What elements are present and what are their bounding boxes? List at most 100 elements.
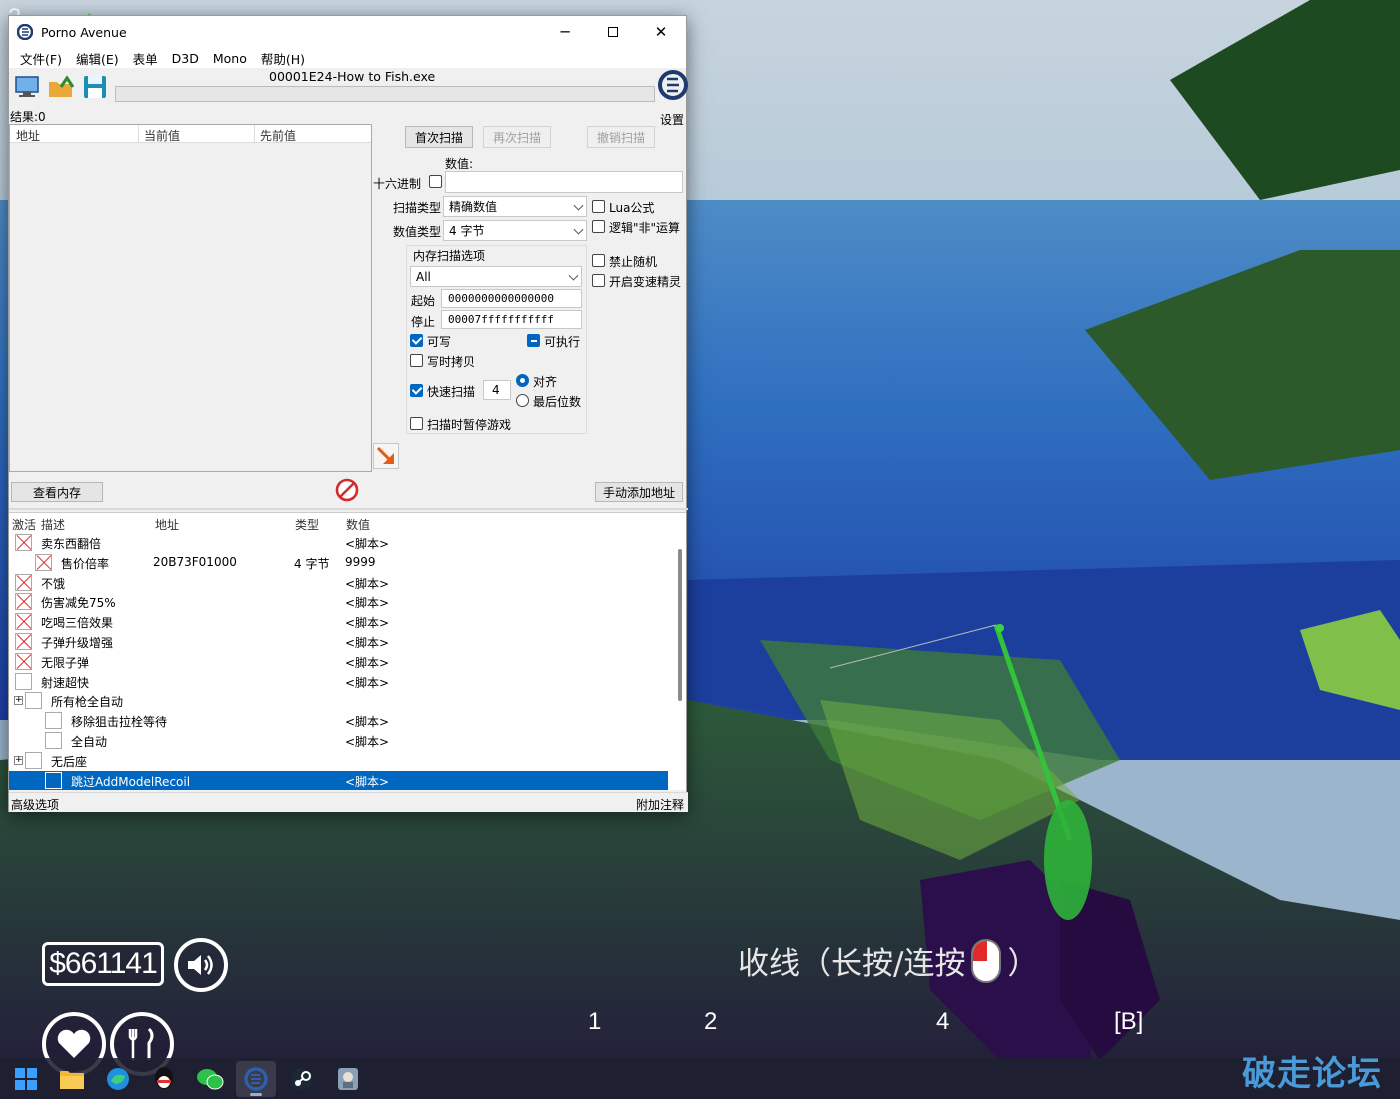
active-checkbox[interactable] — [15, 573, 32, 591]
menu-mono[interactable]: Mono — [206, 51, 254, 66]
last-digits-radio[interactable] — [516, 394, 529, 407]
found-header-previous[interactable]: 先前值 — [260, 127, 296, 144]
hotbar-slot-1[interactable]: 1 — [588, 1008, 601, 1036]
open-file-button[interactable] — [47, 74, 75, 100]
cheat-entry-row[interactable]: 无限子弹 <脚本> — [9, 652, 668, 672]
active-checkbox[interactable] — [45, 712, 62, 730]
advanced-options-link[interactable]: 高级选项 — [11, 796, 59, 813]
cheat-entry-row[interactable]: + 所有枪全自动 — [9, 691, 668, 711]
header-value[interactable]: 数值 — [346, 516, 370, 533]
cheat-table[interactable]: 激活 描述 地址 类型 数值 卖东西翻倍 <脚本> 售价倍率 20B73F01000 4… — [9, 512, 686, 790]
hotbar-slot-4[interactable]: 4 — [936, 1008, 949, 1036]
active-checkbox[interactable] — [25, 751, 42, 769]
active-checkbox[interactable] — [45, 732, 62, 749]
cheat-table-header: 激活 描述 地址 类型 数值 — [9, 513, 686, 533]
menu-d3d[interactable]: D3D — [165, 51, 206, 66]
cheat-entry-row[interactable]: 移除狙击拉栓等待 <脚本> — [9, 711, 668, 731]
cheat-entry-row[interactable]: 卖东西翻倍 <脚本> — [9, 533, 668, 553]
active-checkbox[interactable] — [35, 553, 52, 571]
memory-region-select[interactable]: All — [410, 266, 582, 287]
view-memory-button[interactable]: 查看内存 — [11, 482, 103, 502]
active-checkbox[interactable] — [15, 652, 32, 670]
fast-scan-value-input[interactable]: 4 — [483, 380, 511, 400]
cheat-entry-row[interactable]: 射速超快 <脚本> — [9, 672, 668, 692]
active-checkbox[interactable] — [45, 771, 62, 789]
entry-description: 子弹升级增强 — [41, 636, 114, 650]
hex-checkbox[interactable] — [429, 175, 442, 188]
active-checkbox[interactable] — [25, 692, 42, 710]
taskbar-game[interactable] — [328, 1061, 368, 1097]
not-logic-checkbox[interactable] — [592, 220, 605, 233]
align-radio[interactable] — [516, 374, 529, 387]
active-checkbox[interactable] — [15, 613, 32, 631]
minimize-button[interactable]: ─ — [541, 16, 589, 48]
sound-button[interactable] — [174, 938, 228, 992]
taskbar-steam[interactable] — [282, 1061, 322, 1097]
save-button[interactable] — [81, 74, 109, 100]
menu-help[interactable]: 帮助(H) — [254, 49, 312, 68]
taskbar-wechat[interactable] — [190, 1061, 230, 1097]
active-checkbox[interactable] — [15, 534, 32, 551]
scrollbar-thumb[interactable] — [678, 549, 682, 701]
clear-table-button[interactable] — [335, 478, 359, 502]
hotbar-slot-b[interactable]: [B] — [1114, 1008, 1143, 1036]
executable-checkbox[interactable] — [527, 334, 540, 347]
cheat-entry-row[interactable]: 跳过AddModelRecoil <脚本> — [9, 770, 668, 790]
taskbar-file-explorer[interactable] — [52, 1061, 92, 1097]
writable-checkbox[interactable] — [410, 334, 423, 347]
cheat-entry-row[interactable]: + 无后座 — [9, 751, 668, 771]
settings-button[interactable] — [657, 68, 689, 102]
menu-edit[interactable]: 编辑(E) — [69, 49, 126, 68]
menu-file[interactable]: 文件(F) — [13, 49, 69, 68]
splitter[interactable] — [9, 508, 688, 510]
add-address-manually-button[interactable]: 手动添加地址 — [595, 482, 683, 502]
next-scan-button[interactable]: 再次扫描 — [483, 126, 551, 148]
fast-scan-checkbox[interactable] — [410, 384, 423, 397]
active-checkbox[interactable] — [15, 633, 32, 650]
stop-address-input[interactable]: 00007fffffffffff — [441, 310, 582, 329]
header-active[interactable]: 激活 — [12, 516, 36, 533]
undo-scan-button[interactable]: 撤销扫描 — [587, 126, 655, 148]
expand-group-icon[interactable]: + — [14, 696, 23, 706]
pause-game-checkbox[interactable] — [410, 417, 423, 430]
lua-formula-checkbox[interactable] — [592, 200, 605, 213]
header-address[interactable]: 地址 — [155, 516, 179, 533]
start-button[interactable] — [6, 1061, 46, 1097]
add-to-table-button[interactable] — [373, 443, 399, 469]
table-extras-link[interactable]: 附加注释 — [636, 796, 684, 813]
entry-description: 射速超快 — [41, 675, 90, 690]
no-random-checkbox[interactable] — [592, 254, 605, 267]
taskbar-qq[interactable] — [144, 1061, 184, 1097]
found-address-list[interactable]: 地址 当前值 先前值 — [9, 124, 372, 472]
expand-group-icon[interactable]: + — [14, 755, 23, 765]
money-display: $661141 — [42, 942, 164, 986]
value-type-select[interactable]: 4 字节 — [443, 220, 587, 241]
maximize-button[interactable] — [589, 16, 637, 48]
hotbar-slot-2[interactable]: 2 — [704, 1008, 717, 1036]
open-process-button[interactable] — [13, 74, 41, 100]
cheat-entry-row[interactable]: 不饿 <脚本> — [9, 573, 668, 593]
found-header-address[interactable]: 地址 — [16, 127, 40, 144]
active-checkbox[interactable] — [15, 672, 32, 690]
menu-table[interactable]: 表单 — [126, 49, 165, 68]
found-list-header: 地址 当前值 先前值 — [10, 125, 371, 143]
close-button[interactable]: ✕ — [637, 16, 685, 48]
scan-type-select[interactable]: 精确数值 — [443, 196, 587, 217]
start-address-input[interactable]: 0000000000000000 — [441, 289, 582, 308]
speedhack-checkbox[interactable] — [592, 274, 605, 287]
cheat-entry-row[interactable]: 售价倍率 20B73F01000 4 字节 9999 — [9, 553, 668, 573]
header-description[interactable]: 描述 — [41, 516, 65, 533]
value-input[interactable] — [445, 171, 683, 193]
cheat-entry-row[interactable]: 全自动 <脚本> — [9, 731, 668, 751]
first-scan-button[interactable]: 首次扫描 — [405, 126, 473, 148]
cheat-entry-row[interactable]: 吃喝三倍效果 <脚本> — [9, 612, 668, 632]
found-header-current[interactable]: 当前值 — [144, 127, 180, 144]
active-checkbox[interactable] — [15, 593, 32, 611]
cheat-entry-row[interactable]: 子弹升级增强 <脚本> — [9, 632, 668, 652]
taskbar-edge[interactable] — [98, 1061, 138, 1097]
cheat-entry-row[interactable]: 伤害减免75% <脚本> — [9, 592, 668, 612]
copy-on-write-checkbox[interactable] — [410, 354, 423, 367]
taskbar-cheat-engine[interactable] — [236, 1060, 276, 1097]
header-type[interactable]: 类型 — [295, 516, 319, 533]
table-scrollbar[interactable] — [675, 533, 686, 790]
